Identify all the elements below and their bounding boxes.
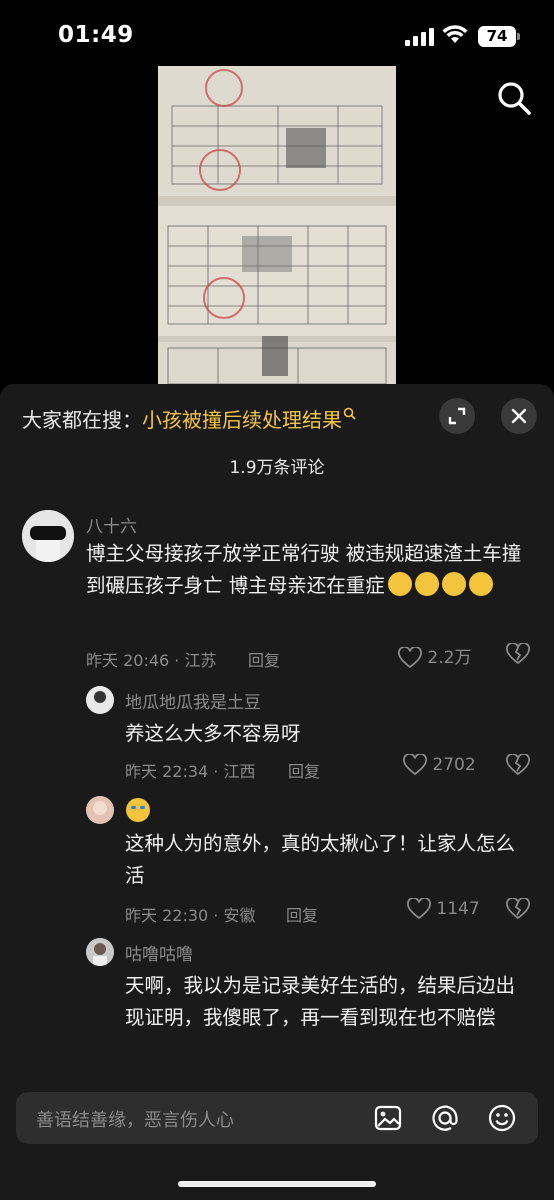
- avatar[interactable]: [86, 686, 114, 714]
- comment-item: 八十六 博主父母接孩子放学正常行驶 被违规超速渣土车撞到碾压孩子身亡 博主母亲还…: [0, 510, 554, 680]
- comment-username[interactable]: 咕噜咕噜: [125, 940, 193, 965]
- like-button[interactable]: 1147: [407, 897, 480, 920]
- comment-text: 这种人为的意外，真的太揪心了！让家人怎么活: [125, 832, 516, 887]
- document-photo: [158, 66, 396, 384]
- status-bar: 01:49 74: [0, 0, 554, 70]
- comment-text: 博主父母接孩子放学正常行驶 被违规超速渣土车撞到碾压孩子身亡 博主母亲还在重症: [86, 538, 526, 602]
- avatar[interactable]: [86, 796, 114, 824]
- dislike-button[interactable]: [506, 753, 530, 776]
- comment-text: 养这么大多不容易呀: [125, 722, 301, 745]
- image-icon[interactable]: [372, 1102, 404, 1134]
- like-count: 2.2万: [427, 648, 472, 668]
- avatar-image: [86, 796, 114, 824]
- battery-icon: 74: [478, 26, 520, 47]
- broken-heart-icon: [506, 642, 530, 665]
- at-icon[interactable]: [429, 1102, 461, 1134]
- avatar-image: [86, 686, 114, 714]
- search-suggestion-query[interactable]: 小孩被撞后续处理结果: [142, 408, 342, 432]
- avatar[interactable]: [22, 510, 74, 562]
- comment-meta: 昨天 22:34 · 江西: [125, 762, 256, 781]
- dislike-button[interactable]: [506, 642, 530, 665]
- reply-button[interactable]: 回复: [286, 902, 318, 926]
- expand-icon: [448, 407, 466, 425]
- reply-button[interactable]: 回复: [288, 758, 320, 782]
- close-icon: [511, 408, 527, 424]
- avatar[interactable]: [86, 938, 114, 966]
- signal-icon: [405, 28, 435, 46]
- search-suggestion[interactable]: 大家都在搜：小孩被撞后续处理结果: [22, 404, 357, 433]
- crying-emoji-icon: [468, 572, 493, 596]
- home-indicator[interactable]: [178, 1181, 376, 1187]
- comment-count: 1.9万条评论: [229, 458, 325, 478]
- search-icon[interactable]: [496, 80, 532, 116]
- small-search-icon: [343, 407, 356, 420]
- wifi-icon: [442, 25, 468, 43]
- reply-button[interactable]: 回复: [248, 647, 280, 671]
- comment-item: 这种人为的意外，真的太揪心了！让家人怎么活 昨天 22:30 · 安徽 回复 1…: [0, 794, 554, 934]
- comment-username[interactable]: 八十六: [86, 512, 137, 537]
- comments-panel: 大家都在搜：小孩被撞后续处理结果 1.9万条评论 八十六 博主父母接孩子放学正常…: [0, 384, 554, 1200]
- heart-icon: [403, 753, 427, 776]
- like-count: 2702: [432, 755, 476, 775]
- comment-item: 咕噜咕噜 天啊，我以为是记录美好生活的，结果后边出现证明，我傻眼了，再一看到现在…: [0, 936, 554, 1086]
- heart-icon: [398, 646, 422, 669]
- expand-button[interactable]: [439, 398, 475, 434]
- crying-emoji-icon: [387, 572, 412, 596]
- comment-username[interactable]: 地瓜地瓜我是土豆: [125, 688, 261, 713]
- dislike-button[interactable]: [506, 897, 530, 920]
- avatar-image: [86, 938, 114, 966]
- crying-emoji-icon: [414, 572, 439, 596]
- crying-emoji-icon: [441, 572, 466, 596]
- comment-input[interactable]: 善语结善缘，恶言伤人心: [16, 1092, 538, 1144]
- status-time: 01:49: [58, 22, 134, 48]
- like-button[interactable]: 2.2万: [398, 643, 471, 669]
- comment-meta: 昨天 20:46 · 江苏: [86, 651, 217, 670]
- heart-icon: [407, 897, 431, 920]
- broken-heart-icon: [506, 753, 530, 776]
- search-suggestion-label: 大家都在搜：: [22, 408, 142, 432]
- close-button[interactable]: [501, 398, 537, 434]
- broken-heart-icon: [506, 897, 530, 920]
- eye-roll-emoji-icon: [126, 798, 150, 822]
- video-frame-document[interactable]: [158, 66, 396, 384]
- like-count: 1147: [436, 899, 480, 919]
- avatar-image: [22, 510, 74, 562]
- like-button[interactable]: 2702: [403, 753, 476, 776]
- comment-meta: 昨天 22:30 · 安徽: [125, 906, 256, 925]
- comment-item: 地瓜地瓜我是土豆 养这么大多不容易呀 昨天 22:34 · 江西 回复 2702: [0, 684, 554, 784]
- comment-text: 天啊，我以为是记录美好生活的，结果后边出现证明，我傻眼了，再一看到现在也不赔偿: [125, 974, 516, 1029]
- emoji-icon[interactable]: [486, 1102, 518, 1134]
- comment-input-placeholder: 善语结善缘，恶言伤人心: [36, 1110, 234, 1131]
